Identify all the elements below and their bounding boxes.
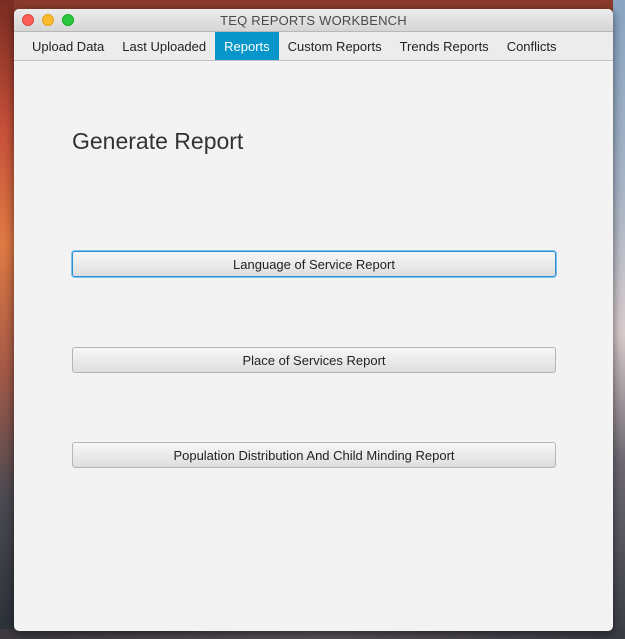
language-of-service-report-button[interactable]: Language of Service Report: [72, 251, 556, 277]
title-bar: TEQ REPORTS WORKBENCH: [14, 9, 613, 32]
tab-custom-reports[interactable]: Custom Reports: [279, 32, 391, 60]
app-window: TEQ REPORTS WORKBENCH Upload Data Last U…: [14, 9, 613, 631]
tab-last-uploaded[interactable]: Last Uploaded: [113, 32, 215, 60]
tab-upload-data[interactable]: Upload Data: [23, 32, 113, 60]
tab-conflicts[interactable]: Conflicts: [498, 32, 566, 60]
window-title: TEQ REPORTS WORKBENCH: [220, 13, 407, 28]
reports-panel: Generate Report Language of Service Repo…: [14, 61, 613, 631]
place-of-services-report-button[interactable]: Place of Services Report: [72, 347, 556, 373]
page-title: Generate Report: [72, 128, 244, 154]
population-distribution-report-button[interactable]: Population Distribution And Child Mindin…: [72, 442, 556, 468]
tab-bar: Upload Data Last Uploaded Reports Custom…: [14, 32, 613, 61]
tab-reports[interactable]: Reports: [215, 32, 279, 60]
desktop-wallpaper-left: [0, 0, 14, 639]
desktop-wallpaper-right: [613, 0, 625, 639]
tab-trends-reports[interactable]: Trends Reports: [391, 32, 498, 60]
